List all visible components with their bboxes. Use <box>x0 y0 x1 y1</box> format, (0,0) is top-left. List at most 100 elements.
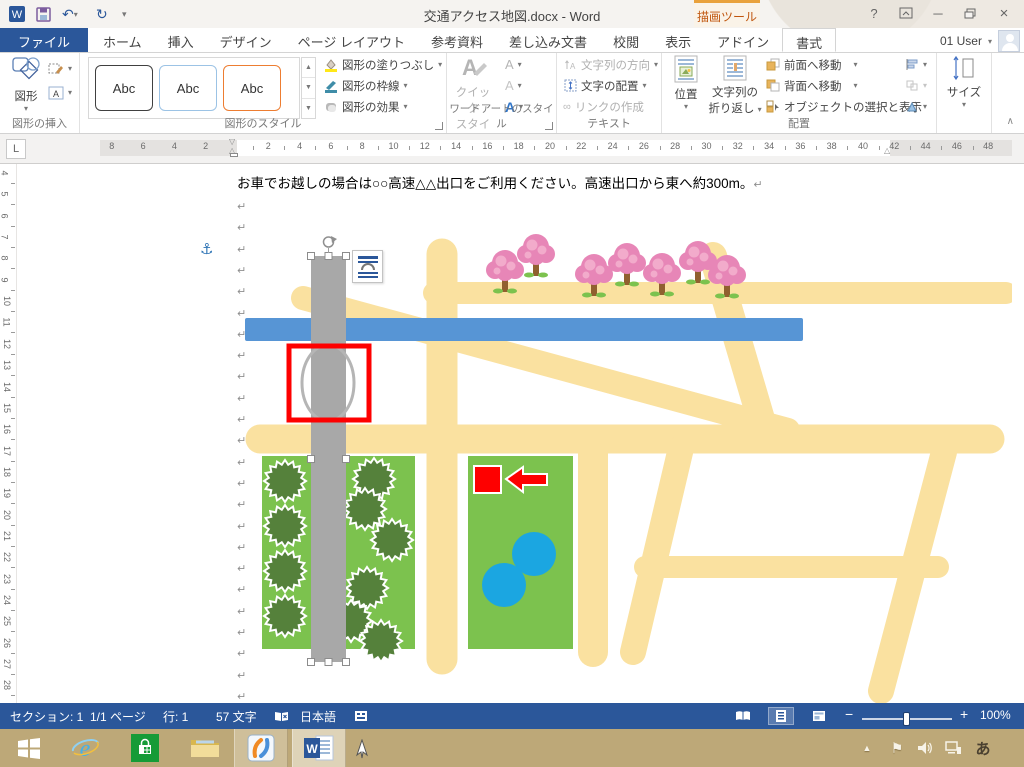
selection-handle[interactable] <box>343 659 350 666</box>
proofing-status-icon[interactable] <box>268 707 294 725</box>
tray-show-hidden-icon[interactable]: ▲ <box>855 729 879 767</box>
left-indent-marker[interactable] <box>230 153 238 157</box>
collapse-ribbon-button[interactable]: ∧ <box>1007 116 1014 127</box>
shape-style-3[interactable]: Abc <box>223 65 281 111</box>
shape-style-1[interactable]: Abc <box>95 65 153 111</box>
text-direction-button[interactable]: A 文字列の方向▾ <box>563 55 658 74</box>
tab-stop-selector[interactable]: L <box>6 139 26 159</box>
ribbon-display-options-button[interactable] <box>892 2 920 24</box>
group-objects-button[interactable]: ▾ <box>905 76 927 95</box>
tab-5[interactable]: 参考資料 <box>418 28 496 52</box>
minimize-button[interactable]: ─ <box>924 2 952 24</box>
tray-volume-icon[interactable] <box>912 729 938 767</box>
park-bush[interactable] <box>264 595 306 637</box>
park-bush[interactable] <box>264 460 306 502</box>
restore-button[interactable] <box>956 2 984 24</box>
print-layout-view-button[interactable] <box>768 707 794 725</box>
tab-3[interactable]: デザイン <box>207 28 285 52</box>
park-bush[interactable] <box>344 488 386 530</box>
status-section[interactable]: セクション: 1 <box>10 708 83 725</box>
edit-shape-button[interactable]: ▾ <box>48 59 72 78</box>
file-explorer-icon[interactable] <box>178 729 232 767</box>
tab-9[interactable]: アドイン <box>704 28 782 52</box>
align-objects-button[interactable]: ▾ <box>905 55 927 74</box>
tab-format-active[interactable]: 書式 <box>782 28 836 52</box>
selection-handle[interactable] <box>343 253 350 260</box>
pond-circle-lower[interactable] <box>482 563 526 607</box>
text-outline-button[interactable]: A▾ <box>505 76 522 95</box>
park-bush[interactable] <box>360 620 402 662</box>
gallery-down-button[interactable]: ▼ <box>302 78 315 98</box>
selection-pane-button[interactable]: オブジェクトの選択と表示 <box>766 97 922 116</box>
zoom-level[interactable]: 100% <box>980 708 1011 722</box>
tray-network-icon[interactable] <box>940 729 966 767</box>
status-line[interactable]: 行: 1 <box>163 708 188 725</box>
zoom-in-button[interactable]: + <box>960 706 968 722</box>
web-layout-view-button[interactable] <box>806 707 832 725</box>
tab-8[interactable]: 表示 <box>652 28 704 52</box>
status-word-count[interactable]: 57 文字 <box>216 708 257 725</box>
shape-fill-button[interactable]: 図形の塗りつぶし▾ <box>324 55 442 74</box>
body-text[interactable]: お車でお越しの場合は○○高速△△出口をご利用ください。高速出口から東へ約300m… <box>237 172 763 192</box>
user-account[interactable]: 01 User ▾ <box>940 30 1020 52</box>
tab-2[interactable]: 挿入 <box>155 28 207 52</box>
ruler-number: 10 <box>388 141 398 151</box>
shape-style-2[interactable]: Abc <box>159 65 217 111</box>
position-button[interactable]: 位置▾ <box>666 55 706 111</box>
park-bush[interactable] <box>264 505 306 547</box>
tab-4[interactable]: ページ レイアウト <box>285 28 418 52</box>
selection-handle[interactable] <box>343 456 350 463</box>
tray-ime-indicator[interactable]: あ <box>968 729 998 767</box>
text-box-button[interactable]: A▾ <box>48 83 72 102</box>
tab-1[interactable]: ホーム <box>90 28 155 52</box>
tab-6[interactable]: 差し込み文書 <box>496 28 600 52</box>
destination-marker[interactable] <box>474 466 501 493</box>
read-mode-view-button[interactable] <box>730 707 756 725</box>
wordart-dialog-launcher[interactable] <box>545 122 553 130</box>
selection-handle[interactable] <box>325 659 332 666</box>
horizontal-ruler[interactable]: ▽ △ △ 8642246810121416182022242628303234… <box>100 140 1012 156</box>
help-button[interactable]: ? <box>860 2 888 24</box>
wrap-text-button[interactable]: 文字列の 折り返し ▾ <box>708 55 762 116</box>
text-fill-button[interactable]: A▾ <box>505 55 522 74</box>
shapes-button[interactable]: 図形 ▾ <box>6 55 46 113</box>
selection-handle[interactable] <box>308 253 315 260</box>
selection-handle[interactable] <box>308 659 315 666</box>
create-link-button[interactable]: ∞ リンクの作成 <box>563 97 644 116</box>
status-language[interactable]: 日本語 <box>300 708 336 725</box>
zoom-out-button[interactable]: − <box>845 706 853 722</box>
zoom-slider-thumb[interactable] <box>903 712 910 726</box>
capture-app-icon[interactable] <box>234 729 288 767</box>
align-text-button[interactable]: 文字の配置▾ <box>563 76 647 95</box>
selection-handle[interactable] <box>308 456 315 463</box>
layout-options-button[interactable] <box>352 250 383 283</box>
shape-effects-button[interactable]: 図形の効果▾ <box>324 97 408 116</box>
cherry-tree[interactable] <box>608 243 646 287</box>
send-backward-button[interactable]: 背面へ移動▾ <box>766 76 858 95</box>
tray-action-center-icon[interactable]: ⚑ <box>884 729 910 767</box>
bring-forward-button[interactable]: 前面へ移動▾ <box>766 55 858 74</box>
tab-7[interactable]: 校閲 <box>600 28 652 52</box>
internet-explorer-icon[interactable]: e <box>58 729 112 767</box>
start-button[interactable] <box>0 729 58 767</box>
shape-styles-dialog-launcher[interactable] <box>435 122 443 130</box>
ime-pad-icon[interactable] <box>348 707 374 725</box>
park-bush[interactable] <box>371 519 413 561</box>
document-page[interactable]: 4567891011121314151617181920212223242526… <box>0 163 1024 703</box>
close-button[interactable]: × <box>990 2 1018 24</box>
gray-road-selected-shape[interactable] <box>311 256 346 662</box>
gallery-up-button[interactable]: ▲ <box>302 58 315 78</box>
road-slant-lower-left[interactable] <box>633 448 681 652</box>
tab-file[interactable]: ファイル <box>0 28 88 52</box>
vertical-ruler[interactable]: 4567891011121314151617181920212223242526… <box>0 164 17 703</box>
road-diagonal[interactable] <box>303 298 788 430</box>
size-button[interactable]: サイズ▾ <box>944 55 984 109</box>
selection-handle[interactable] <box>325 253 332 260</box>
first-line-indent-marker[interactable]: ▽ <box>229 137 235 146</box>
windows-store-icon[interactable] <box>118 729 172 767</box>
park-bush[interactable] <box>264 550 306 592</box>
status-page[interactable]: 1/1 ページ <box>90 708 146 725</box>
word-taskbar-icon[interactable]: W <box>292 729 346 767</box>
shape-outline-button[interactable]: 図形の枠線▾ <box>324 76 408 95</box>
rotate-objects-button[interactable]: ▾ <box>905 97 927 116</box>
